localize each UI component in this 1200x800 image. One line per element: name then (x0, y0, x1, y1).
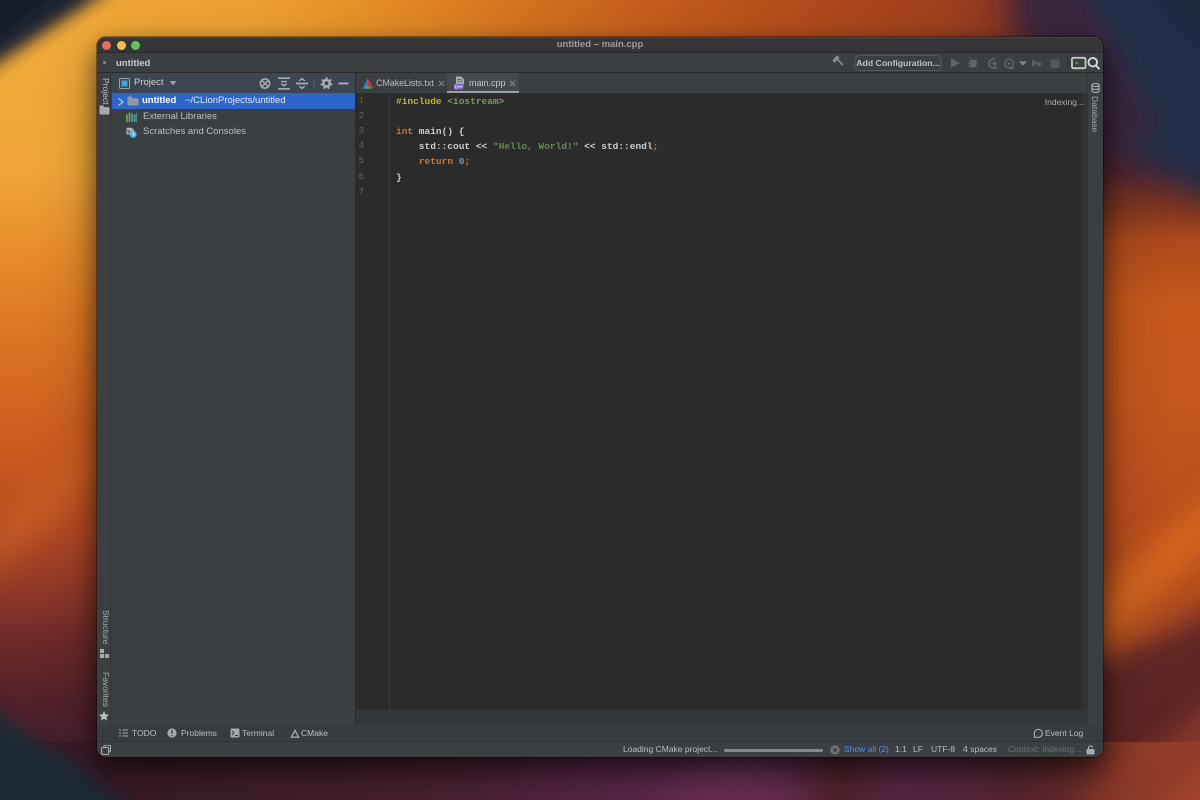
svg-text:C++: C++ (455, 84, 464, 89)
svg-text:Add Configuration...: Add Configuration... (856, 58, 939, 68)
